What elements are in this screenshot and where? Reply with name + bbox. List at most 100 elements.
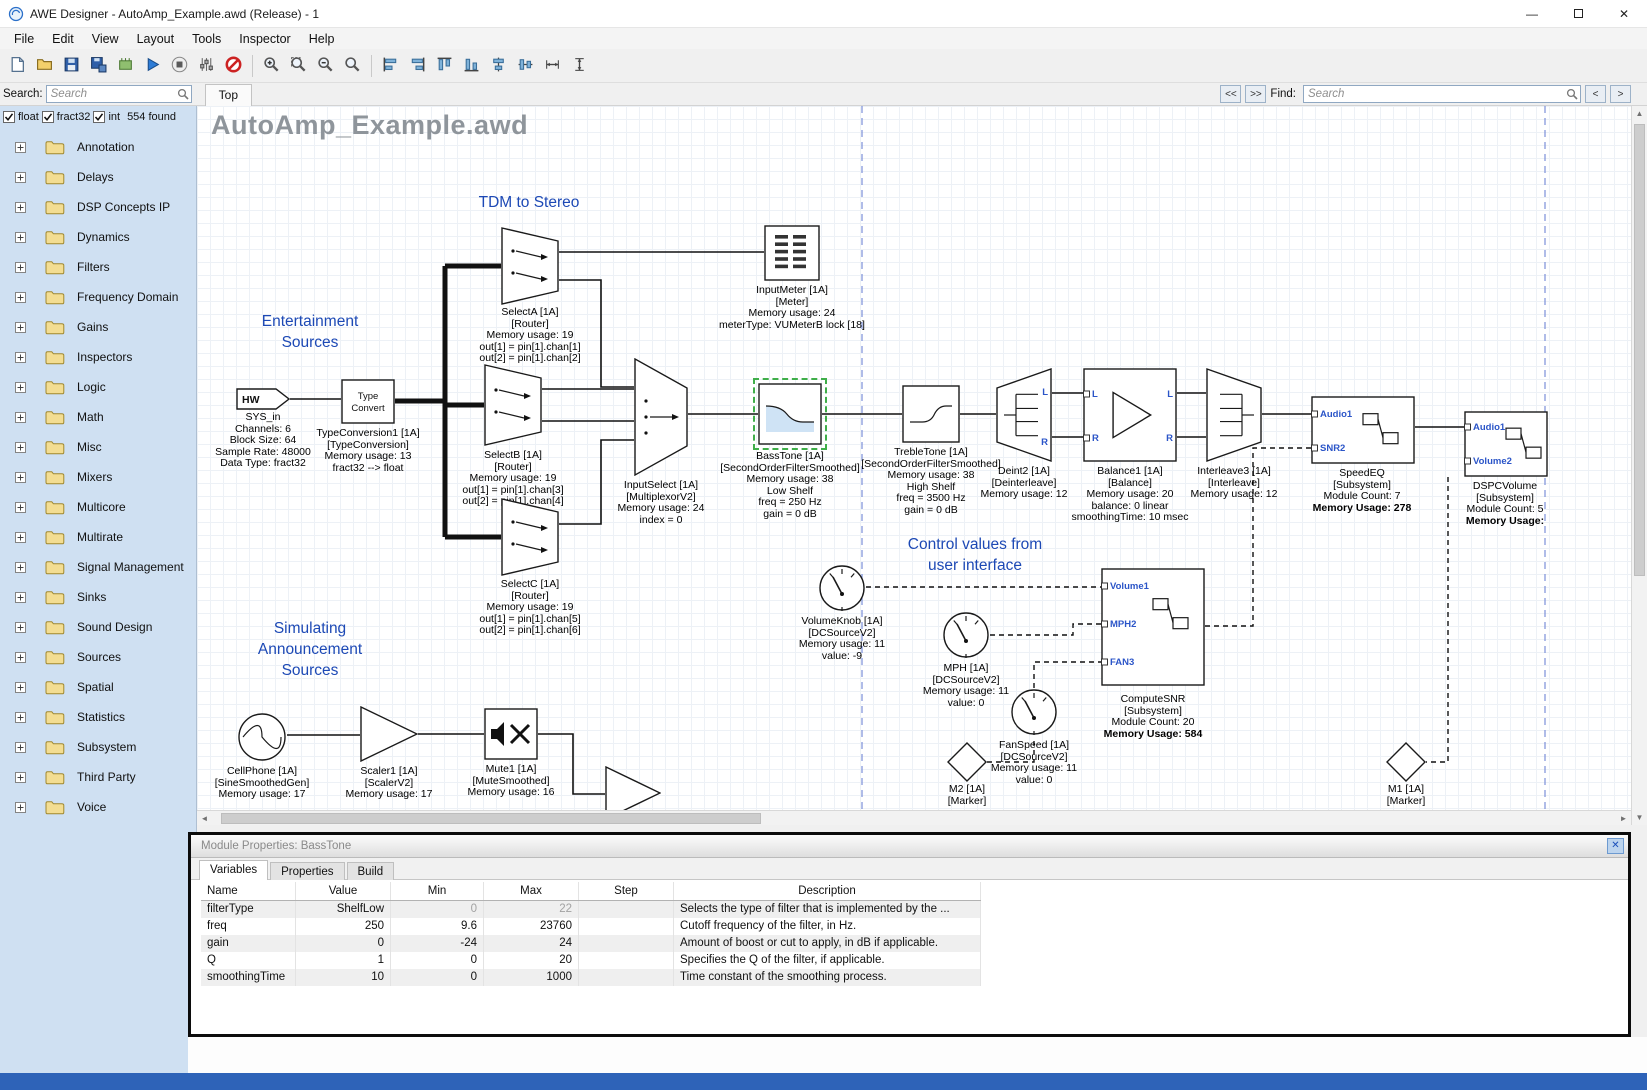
find-back-button[interactable]: < (1585, 85, 1606, 103)
expand-icon[interactable] (15, 202, 26, 213)
properties-header[interactable]: Module Properties: BassTone ✕ (191, 835, 1628, 858)
expand-icon[interactable] (15, 472, 26, 483)
menu-edit[interactable]: Edit (43, 30, 83, 48)
sidebar-item-multicore[interactable]: Multicore (0, 492, 196, 522)
filter-checkbox-int[interactable] (93, 111, 105, 123)
menu-tools[interactable]: Tools (183, 30, 230, 48)
sidebar-item-inspectors[interactable]: Inspectors (0, 342, 196, 372)
module-scaler1[interactable] (360, 706, 418, 762)
open-folder-button[interactable] (31, 52, 58, 80)
table-row[interactable]: Q1020Specifies the Q of the filter, if a… (201, 952, 981, 969)
expand-icon[interactable] (15, 742, 26, 753)
deploy-button[interactable] (112, 52, 139, 80)
module-inputmeter[interactable] (764, 225, 820, 281)
halt-button[interactable] (220, 52, 247, 80)
filter-checkbox-float[interactable] (3, 111, 15, 123)
sidebar-item-statistics[interactable]: Statistics (0, 702, 196, 732)
save-button[interactable] (58, 52, 85, 80)
module-mute1[interactable] (484, 708, 538, 760)
new-file-button[interactable] (4, 52, 31, 80)
sidebar-item-frequency-domain[interactable]: Frequency Domain (0, 282, 196, 312)
expand-icon[interactable] (15, 262, 26, 273)
find-prev-button[interactable]: << (1220, 85, 1241, 103)
module-fanspeed[interactable] (1010, 688, 1058, 736)
align-center-v-button[interactable] (512, 52, 539, 80)
sidebar-item-subsystem[interactable]: Subsystem (0, 732, 196, 762)
menu-inspector[interactable]: Inspector (230, 30, 299, 48)
tuning-button[interactable] (193, 52, 220, 80)
sidebar-item-sources[interactable]: Sources (0, 642, 196, 672)
sidebar-item-multirate[interactable]: Multirate (0, 522, 196, 552)
module-volumeknob[interactable] (818, 564, 866, 612)
sidebar-item-dynamics[interactable]: Dynamics (0, 222, 196, 252)
stop-button[interactable] (166, 52, 193, 80)
sidebar-item-delays[interactable]: Delays (0, 162, 196, 192)
expand-icon[interactable] (15, 322, 26, 333)
sidebar-item-signal-management[interactable]: Signal Management (0, 552, 196, 582)
find-input[interactable] (1303, 85, 1581, 103)
maximize-button[interactable] (1555, 0, 1601, 27)
module-balance1[interactable]: LRLR (1083, 368, 1177, 462)
module-deint2[interactable]: LR (996, 368, 1052, 462)
find-next-button[interactable]: >> (1245, 85, 1266, 103)
module-scaler2[interactable] (605, 766, 661, 810)
expand-icon[interactable] (15, 712, 26, 723)
sidebar-item-mixers[interactable]: Mixers (0, 462, 196, 492)
module-interleave3[interactable] (1206, 368, 1262, 462)
tab-top[interactable]: Top (205, 84, 252, 106)
module-m1[interactable] (1386, 742, 1426, 782)
expand-icon[interactable] (15, 442, 26, 453)
zoom-region-button[interactable] (285, 52, 312, 80)
minimize-button[interactable]: — (1509, 0, 1555, 27)
zoom-in-button[interactable] (258, 52, 285, 80)
align-top-button[interactable] (431, 52, 458, 80)
table-row[interactable]: smoothingTime1001000Time constant of the… (201, 969, 981, 986)
align-right-button[interactable] (404, 52, 431, 80)
module-selectc[interactable] (501, 498, 559, 576)
expand-icon[interactable] (15, 382, 26, 393)
expand-icon[interactable] (15, 172, 26, 183)
expand-icon[interactable] (15, 292, 26, 303)
sidebar-item-dsp-concepts-ip[interactable]: DSP Concepts IP (0, 192, 196, 222)
sidebar-item-logic[interactable]: Logic (0, 372, 196, 402)
sidebar-item-annotation[interactable]: Annotation (0, 132, 196, 162)
scroll-up-icon[interactable]: ▲ (1633, 106, 1646, 121)
tab-build[interactable]: Build (347, 862, 395, 880)
sidebar-item-filters[interactable]: Filters (0, 252, 196, 282)
module-selecta[interactable] (501, 227, 559, 305)
expand-icon[interactable] (15, 562, 26, 573)
expand-icon[interactable] (15, 142, 26, 153)
design-canvas[interactable]: AutoAmp_Example.awd TDM to StereoEnterta… (197, 106, 1631, 810)
sidebar-item-voice[interactable]: Voice (0, 792, 196, 822)
expand-icon[interactable] (15, 772, 26, 783)
menu-layout[interactable]: Layout (128, 30, 184, 48)
vertical-scroll-thumb[interactable] (1634, 124, 1645, 576)
sidebar-item-math[interactable]: Math (0, 402, 196, 432)
expand-icon[interactable] (15, 652, 26, 663)
expand-icon[interactable] (15, 502, 26, 513)
expand-icon[interactable] (15, 352, 26, 363)
match-height-button[interactable] (566, 52, 593, 80)
table-row[interactable]: freq2509.623760Cutoff frequency of the f… (201, 918, 981, 935)
menu-file[interactable]: File (5, 30, 43, 48)
sidebar-item-sound-design[interactable]: Sound Design (0, 612, 196, 642)
menu-view[interactable]: View (83, 30, 128, 48)
find-forward-button[interactable]: > (1610, 85, 1631, 103)
module-typeconversion1[interactable]: TypeConvert (341, 379, 395, 424)
tab-variables[interactable]: Variables (199, 860, 268, 880)
zoom-search-button[interactable] (339, 52, 366, 80)
run-button[interactable] (139, 52, 166, 80)
save-as-button[interactable] (85, 52, 112, 80)
expand-icon[interactable] (15, 532, 26, 543)
close-button[interactable]: ✕ (1601, 0, 1647, 27)
module-inputselect[interactable] (634, 358, 688, 476)
expand-icon[interactable] (15, 622, 26, 633)
match-width-button[interactable] (539, 52, 566, 80)
canvas-horizontal-scrollbar[interactable]: ◄ ► (197, 810, 1631, 825)
module-sysin[interactable]: HW (236, 388, 290, 410)
module-basstone[interactable] (758, 383, 822, 445)
sidebar-item-sinks[interactable]: Sinks (0, 582, 196, 612)
module-selectb[interactable] (484, 364, 542, 446)
table-row[interactable]: filterTypeShelfLow022Selects the type of… (201, 901, 981, 918)
scroll-left-icon[interactable]: ◄ (197, 812, 212, 825)
